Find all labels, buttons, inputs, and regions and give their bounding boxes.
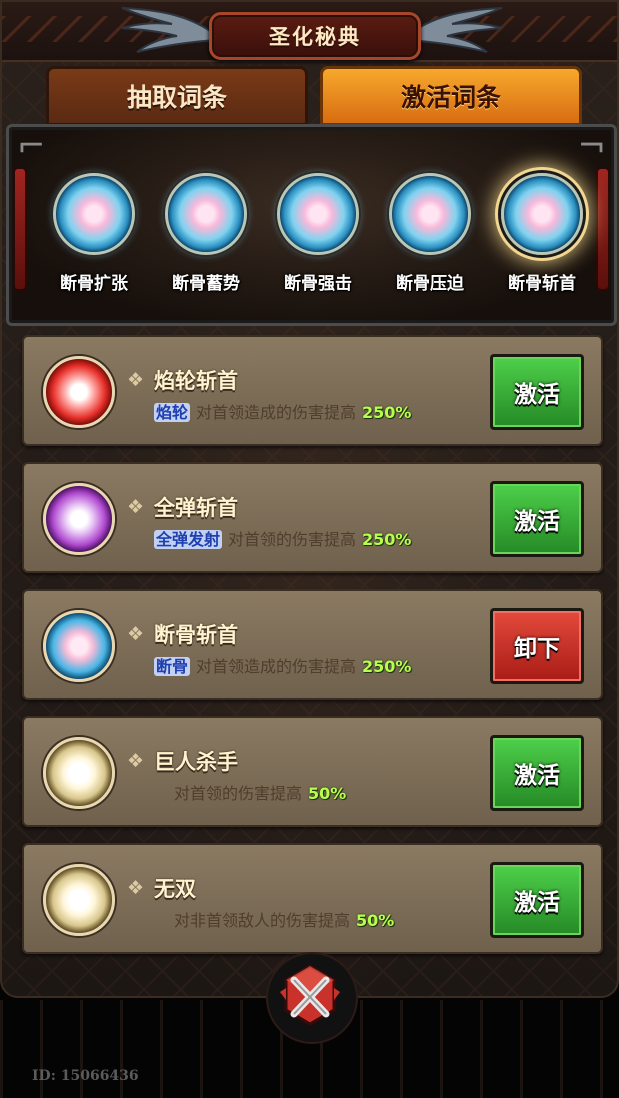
entry-desc-text: 对非首领敌人的伤害提高 [174,911,351,930]
activate-button[interactable]: 激活 [490,862,584,938]
close-icon [280,964,340,1026]
diamond-bullet-icon: ❖ [127,877,145,899]
entry-value: 50% [308,784,347,803]
entry-card: ❖ 断骨斩首 断骨 对首领造成的伤害提高 250% 卸下 [22,589,603,700]
slot-orb-icon [389,173,471,255]
frame-left-bar [13,167,27,291]
entry-title: 无双 [154,877,196,901]
diamond-bullet-icon: ❖ [127,623,145,645]
slot-4[interactable]: 断骨压迫 [378,173,482,294]
entry-title: 断骨斩首 [154,623,238,647]
diamond-bullet-icon: ❖ [127,369,145,391]
gold-orb-icon [43,737,115,809]
codex-panel: 圣化秘典 抽取词条 激活词条 ⌐ ¬ 断骨扩张 断骨蓄势 断骨强击 断骨压迫 断… [0,0,619,998]
diamond-bullet-icon: ❖ [127,750,145,772]
activate-button[interactable]: 激活 [490,481,584,557]
slot-label: 断骨蓄势 [172,274,240,294]
gold-orb-icon [43,864,115,936]
skill-tag: 断骨 [154,657,191,676]
skill-tag: 全弹发射 [154,530,223,549]
slot-label: 断骨斩首 [508,274,576,294]
slot-2[interactable]: 断骨蓄势 [154,173,258,294]
slot-label: 断骨压迫 [396,274,464,294]
entry-title: 巨人杀手 [154,750,238,774]
entry-description: 断骨 对首领造成的伤害提高 250% [154,653,411,677]
entry-card: ❖ 全弹斩首 全弹发射 对首领的伤害提高 250% 激活 [22,462,603,573]
entry-desc-text: 对首领的伤害提高 [174,784,303,803]
activate-button[interactable]: 激活 [490,735,584,811]
purple-orb-icon [43,483,115,555]
entry-value: 250% [362,657,412,676]
entry-description: 全弹发射 对首领的伤害提高 250% [154,526,411,550]
entry-desc-text: 对首领造成的伤害提高 [196,657,357,676]
slot-5-active[interactable]: 断骨斩首 [490,173,594,294]
slot-1[interactable]: 断骨扩张 [42,173,146,294]
activate-button[interactable]: 激活 [490,354,584,430]
user-id: ID: 15066436 [32,1068,139,1084]
entry-description: 对非首领敌人的伤害提高 50% [174,907,394,931]
entry-card: ❖ 巨人杀手 对首领的伤害提高 50% 激活 [22,716,603,827]
entry-title: 全弹斩首 [154,496,238,520]
entry-title: 焰轮斩首 [154,369,238,393]
frame-right-bar [596,167,610,291]
slot-label: 断骨扩张 [60,274,128,294]
left-wing-icon [121,7,218,53]
equipped-slots-frame: ⌐ ¬ 断骨扩张 断骨蓄势 断骨强击 断骨压迫 断骨斩首 [6,124,617,326]
flame-orb-icon [43,356,115,428]
diamond-bullet-icon: ❖ [127,496,145,518]
tab-draw-entries[interactable]: 抽取词条 [46,66,308,126]
entry-value: 50% [356,911,395,930]
entry-description: 对首领的伤害提高 50% [174,780,346,804]
slot-label: 断骨强击 [284,274,352,294]
close-button[interactable] [266,952,358,1044]
tab-activate-entries[interactable]: 激活词条 [320,66,582,126]
entry-desc-text: 对首领的伤害提高 [228,530,357,549]
entry-description: 焰轮 对首领造成的伤害提高 250% [154,399,411,423]
slot-orb-icon [277,173,359,255]
slot-orb-icon [53,173,135,255]
slot-3[interactable]: 断骨强击 [266,173,370,294]
slot-orb-icon [165,173,247,255]
corner-ornament-icon: ¬ [577,126,607,166]
entry-value: 250% [362,530,412,549]
skill-tag: 焰轮 [154,403,191,422]
entry-desc-text: 对首领造成的伤害提高 [196,403,357,422]
page-title: 圣化秘典 [209,12,421,60]
slot-orb-icon [501,173,583,255]
entry-card: ❖ 焰轮斩首 焰轮 对首领造成的伤害提高 250% 激活 [22,335,603,446]
unequip-button[interactable]: 卸下 [490,608,584,684]
corner-ornament-icon: ⌐ [17,126,46,166]
bone-orb-icon [43,610,115,682]
entry-value: 250% [362,403,412,422]
entry-card: ❖ 无双 对非首领敌人的伤害提高 50% 激活 [22,843,603,954]
